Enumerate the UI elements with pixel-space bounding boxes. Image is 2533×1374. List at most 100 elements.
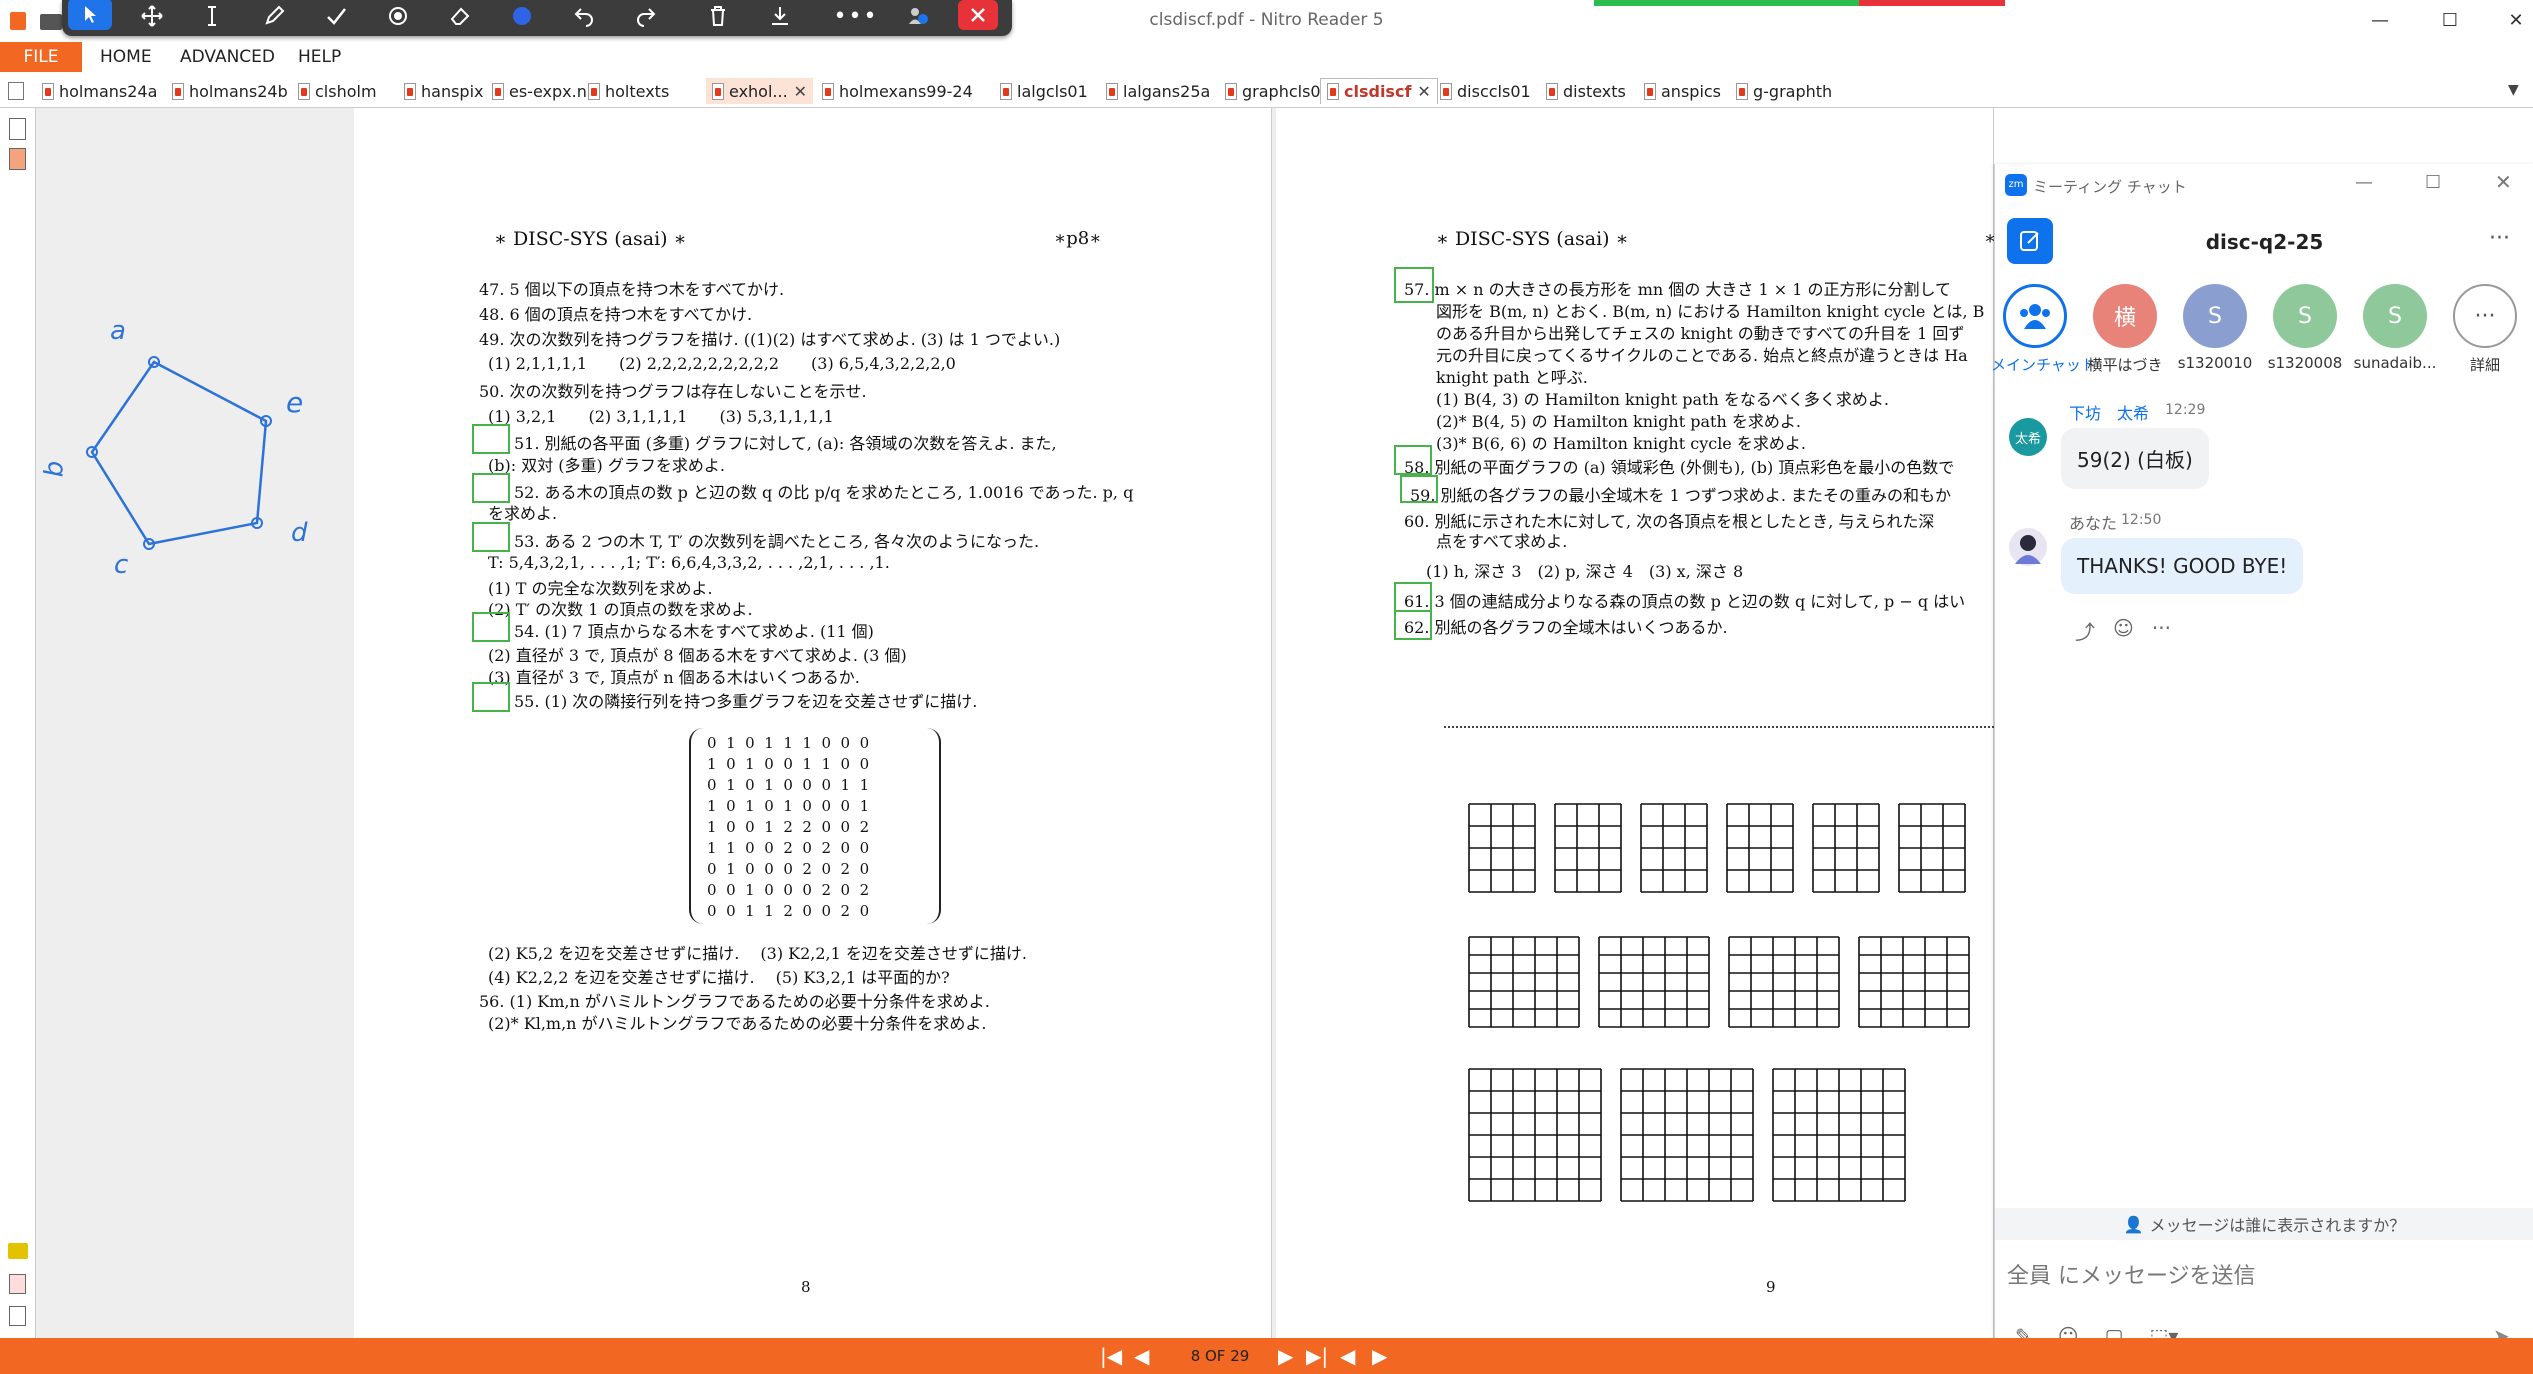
tab-holtexts[interactable]: holtexts [588, 78, 669, 104]
attachments-panel-icon[interactable] [9, 1274, 26, 1294]
tab-es-expx-nb[interactable]: es-expx.nb [492, 78, 597, 104]
redo-icon[interactable] [624, 0, 668, 32]
message-avatar[interactable] [2009, 528, 2047, 566]
tab-holmexans99-24[interactable]: holmexans99-24 [822, 78, 973, 104]
problem-52-box [472, 473, 510, 503]
message-bubble[interactable]: THANKS! GOOD BYE! [2061, 538, 2304, 594]
participant-avatar[interactable]: S [2273, 284, 2337, 348]
message-sender[interactable]: 下坊 太希 [2069, 400, 2149, 424]
emoji-reaction-icon[interactable]: ☺ [2113, 616, 2134, 645]
participant-avatar[interactable]: S [2363, 284, 2427, 348]
chat-close-button[interactable]: ✕ [2495, 170, 2512, 194]
participant-avatar[interactable]: ··· [2453, 284, 2517, 348]
tab-graphcls01[interactable]: graphcls01 [1225, 78, 1331, 104]
page8-header-left: ∗ DISC-SYS (asai) ∗ [494, 228, 687, 250]
chat-more-icon[interactable]: ··· [2489, 226, 2510, 251]
document-area[interactable]: a e d c b ∗ DISC-SYS (asai) ∗ ∗p8∗ 47. 5… [36, 108, 1996, 1338]
pen-icon[interactable] [252, 0, 296, 32]
message-input[interactable]: 全員 にメッセージを送信 [2007, 1258, 2256, 1290]
tab-exhol---[interactable]: exhol... ✕ [706, 78, 814, 104]
message-time: 12:29 [2165, 402, 2206, 418]
problem-59-box [1400, 475, 1438, 503]
previous-page-icon[interactable]: ◀ [1134, 1344, 1149, 1368]
reply-icon[interactable]: ⤴ [2075, 616, 2095, 645]
layers-panel-icon[interactable] [9, 1306, 26, 1326]
page9-header-left: ∗ DISC-SYS (asai) ∗ [1436, 228, 1629, 250]
matrix-row: 1 0 0 1 2 2 0 0 2 [707, 818, 870, 836]
more-icon[interactable]: ••• [834, 0, 878, 32]
next-page-icon[interactable]: ▶ [1278, 1344, 1293, 1368]
tab-anspics[interactable]: anspics [1644, 78, 1721, 104]
tab-close-icon[interactable]: ✕ [1417, 82, 1430, 101]
menu-advanced[interactable]: ADVANCED [180, 47, 275, 67]
page8-line: (2) T′ の次数 1 の頂点の数を求めよ. [488, 600, 753, 619]
page9-line: 元の升目に戻ってくるサイクルのことである. 始点と終点が違うときは Ha [1436, 346, 1968, 365]
first-page-icon[interactable]: |◀ [1100, 1344, 1122, 1368]
tab-label: holmans24b [189, 81, 288, 101]
chat-minimize-button[interactable]: — [2355, 172, 2373, 193]
move-icon[interactable] [130, 0, 174, 32]
participant-label: s1320008 [2267, 354, 2343, 372]
chat-maximize-button[interactable]: ☐ [2425, 172, 2441, 193]
tab-g-graphth[interactable]: g-graphth [1736, 78, 1832, 104]
undo-icon[interactable] [562, 0, 606, 32]
tab-holmans24b[interactable]: holmans24b [172, 78, 288, 104]
participant-avatar[interactable]: S [2183, 284, 2247, 348]
color-dot-icon[interactable] [500, 0, 544, 32]
tab-disccls01[interactable]: disccls01 [1440, 78, 1531, 104]
comments-panel-icon[interactable] [8, 1243, 28, 1259]
message-bubble[interactable]: 59(2) (白板) [2061, 428, 2209, 489]
next-view-icon[interactable]: ▶ [1372, 1344, 1387, 1368]
page-indicator[interactable]: 8 OF 29 [1180, 1347, 1260, 1365]
tab-lalgcls01[interactable]: lalgcls01 [1000, 78, 1088, 104]
tab-holmans24a[interactable]: holmans24a [42, 78, 157, 104]
message-avatar[interactable]: 太希 [2009, 418, 2047, 456]
tab-distexts[interactable]: distexts [1546, 78, 1626, 104]
page8-line: 48. 6 個の頂点を持つ木をすべてかけ. [479, 305, 753, 324]
select-icon[interactable] [68, 0, 112, 30]
pages-panel-icon[interactable] [9, 118, 26, 140]
tab-list-icon[interactable] [8, 82, 24, 100]
tab-close-icon[interactable]: ✕ [794, 82, 807, 101]
tab-hanspix[interactable]: hanspix [404, 78, 484, 104]
visibility-note-bar[interactable]: 👤 メッセージは誰に表示されますか？ [1995, 1208, 2533, 1240]
page8-line: 50. 次の次数列を持つグラフは存在しないことを示せ. [479, 382, 867, 401]
pdf-file-icon [404, 82, 416, 100]
chess-grid-board [1728, 936, 1840, 1028]
previous-view-icon[interactable]: ◀ [1340, 1344, 1355, 1368]
page9-line: 59. 別紙の各グラフの最小全域木を 1 つずつ求めよ. またその重みの和もか [1410, 486, 1952, 505]
pdf-file-icon [1000, 82, 1012, 100]
menu-home[interactable]: HOME [100, 47, 152, 67]
tab-overflow-icon[interactable]: ▼ [2508, 82, 2519, 98]
message-sender[interactable]: あなた [2069, 510, 2117, 534]
close-window-button[interactable]: ✕ [2496, 2, 2533, 38]
tab-label: holtexts [605, 81, 670, 101]
text-cursor-icon[interactable] [190, 0, 234, 32]
adjacency-matrix: 0 1 0 1 1 1 0 0 0 1 0 1 0 0 1 1 0 0 0 1 0 … [689, 728, 941, 924]
bookmarks-panel-icon[interactable] [9, 148, 26, 170]
maximize-button[interactable]: ☐ [2430, 2, 2470, 38]
tab-clsholm[interactable]: clsholm [298, 78, 377, 104]
close-icon[interactable] [958, 0, 998, 30]
minimize-button[interactable]: — [2360, 2, 2400, 38]
message-more-icon[interactable]: ··· [2152, 616, 2171, 645]
tab-clsdiscf[interactable]: clsdiscf ✕ [1320, 78, 1438, 104]
menu-help[interactable]: HELP [298, 47, 341, 67]
participant-avatar[interactable]: 横 [2093, 284, 2157, 348]
file-menu[interactable]: FILE [0, 42, 82, 72]
chess-grid-board [1726, 803, 1794, 893]
trash-icon[interactable] [696, 0, 740, 32]
chess-grid-board [1468, 936, 1580, 1028]
participant-avatar[interactable] [2003, 284, 2067, 348]
stamp-icon[interactable] [376, 0, 420, 32]
check-icon[interactable] [314, 0, 358, 32]
tab-label: g-graphth [1753, 81, 1833, 101]
download-icon[interactable] [758, 0, 802, 32]
eraser-icon[interactable] [438, 0, 482, 32]
tab-lalgans25a[interactable]: lalgans25a [1106, 78, 1210, 104]
tab-label: anspics [1661, 81, 1722, 101]
share-screen-icon[interactable] [896, 0, 940, 32]
page8-line: (4) K2,2,2 を辺を交差させずに描け. (5) K3,2,1 は平面的か… [488, 968, 950, 987]
last-page-icon[interactable]: ▶| [1306, 1344, 1328, 1368]
tab-label: lalgans25a [1123, 81, 1211, 101]
